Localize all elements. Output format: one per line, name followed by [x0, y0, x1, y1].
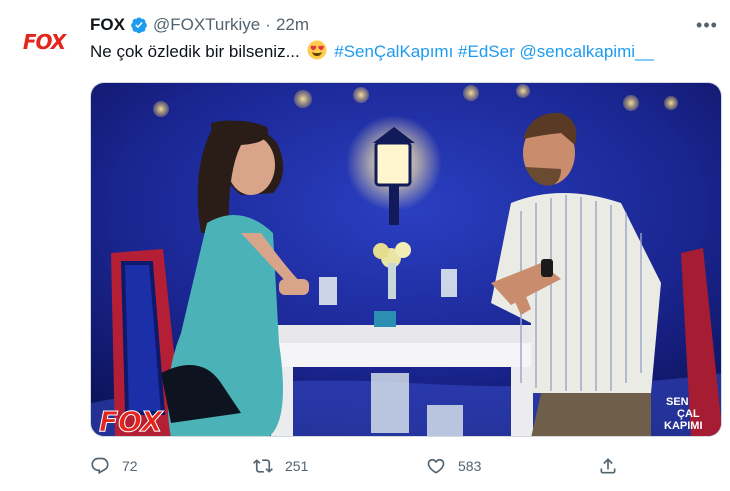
tweet-actions: 72 251 583 [90, 452, 630, 480]
more-options-button[interactable]: ••• [694, 12, 720, 38]
tweet-text-plain: Ne çok özledik bir bilseniz... [90, 42, 300, 61]
share-button[interactable] [598, 452, 618, 480]
tweet[interactable]: FOX FOX @FOXTurkiye · 22m ••• Ne çok özl… [0, 0, 730, 491]
retweet-icon [253, 459, 273, 473]
like-count: 583 [458, 458, 482, 474]
reply-icon [91, 457, 109, 475]
show-logo-line: ÇAL [677, 408, 700, 420]
show-logo-line: SEN [666, 396, 689, 408]
display-name[interactable]: FOX [90, 15, 125, 35]
hashtag-link[interactable]: #SenÇalKapımı [334, 42, 453, 61]
reply-count: 72 [122, 458, 138, 474]
share-icon [600, 458, 616, 474]
retweet-button[interactable]: 251 [253, 452, 308, 480]
user-handle[interactable]: @FOXTurkiye [153, 15, 260, 35]
timestamp[interactable]: 22m [276, 15, 309, 35]
retweet-count: 251 [285, 458, 309, 474]
avatar[interactable]: FOX [20, 26, 68, 58]
show-logo-line: KAPIMI [664, 420, 703, 432]
like-button[interactable]: 583 [426, 452, 481, 480]
hashtag-link[interactable]: #EdSer [458, 42, 515, 61]
separator-dot: · [265, 15, 271, 34]
like-icon [427, 458, 445, 474]
scene-illustration: FOX SEN ÇAL KAPIMI [91, 83, 721, 437]
tweet-header: FOX @FOXTurkiye · 22m [90, 13, 309, 37]
heart-eyes-emoji-icon [307, 40, 326, 60]
mention-link[interactable]: @sencalkapimi__ [519, 42, 653, 61]
tweet-text: Ne çok özledik bir bilseniz... #SenÇalKa… [90, 40, 654, 64]
tweet-media-image[interactable]: FOX SEN ÇAL KAPIMI [90, 82, 722, 437]
avatar-logo-text: FOX [22, 30, 66, 54]
reply-button[interactable]: 72 [90, 452, 138, 480]
fox-watermark-logo: FOX [99, 405, 164, 437]
verified-badge-icon [131, 17, 147, 34]
more-icon: ••• [696, 14, 718, 35]
